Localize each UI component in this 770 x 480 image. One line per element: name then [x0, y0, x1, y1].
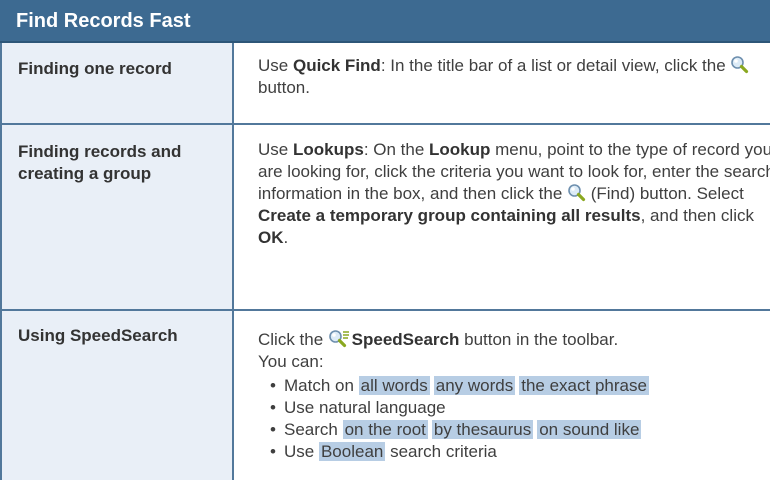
- magnifier-icon: [567, 183, 586, 202]
- row-label-using-speedsearch: Using SpeedSearch: [18, 326, 178, 345]
- bullet-text: Match on: [284, 376, 359, 395]
- highlight-by-thesaurus: by thesaurus: [431, 420, 534, 439]
- find-records-table: Find Records Fast Finding one record Use…: [0, 0, 770, 480]
- bullet-text: search criteria: [385, 442, 497, 461]
- you-can-line: You can:: [258, 352, 324, 371]
- highlight-any-words: any words: [433, 376, 516, 395]
- text-fragment: button.: [258, 78, 310, 97]
- lookups-term: Lookups: [292, 140, 364, 159]
- row-label-finding-one-record: Finding one record: [18, 59, 172, 78]
- text-fragment: (Find) button. Select: [586, 184, 744, 203]
- highlight-exact-phrase: the exact phrase: [519, 376, 649, 395]
- text-fragment: button in the toolbar.: [459, 330, 619, 349]
- bullet-text: Use: [284, 442, 319, 461]
- magnifier-icon: [730, 55, 749, 74]
- speedsearch-line: Click the SpeedSearch button in the tool…: [258, 329, 770, 351]
- row-divider: [0, 123, 770, 125]
- row-description-using-speedsearch: Click the SpeedSearch button in the tool…: [258, 329, 770, 463]
- text-fragment: : In the title bar of a list or detail v…: [380, 56, 731, 75]
- label-column: [0, 43, 234, 480]
- text-fragment: , and then click: [640, 206, 754, 225]
- text-fragment: Click the: [258, 330, 328, 349]
- highlight-on-sound-like: on sound like: [537, 420, 642, 439]
- list-item: Search on the rootby thesauruson sound l…: [270, 419, 770, 441]
- row-description-finding-records-group: Use Lookups: On the Lookup menu, point t…: [258, 139, 770, 249]
- create-group-term: Create a temporary group containing all …: [258, 206, 641, 225]
- list-item: Use natural language: [270, 397, 770, 419]
- highlight-all-words: all words: [358, 376, 430, 395]
- text-fragment: Use: [258, 140, 293, 159]
- highlight-on-the-root: on the root: [342, 420, 428, 439]
- row-divider: [0, 309, 770, 311]
- row-description-finding-one-record: Use Quick Find: In the title bar of a li…: [258, 55, 770, 99]
- list-item: Match on all wordsany wordsthe exact phr…: [270, 375, 770, 397]
- ok-term: OK: [258, 228, 284, 247]
- bullet-text: Use natural language: [284, 398, 446, 417]
- quick-find-term: Quick Find: [292, 56, 381, 75]
- lookup-menu-term: Lookup: [429, 140, 491, 159]
- list-item: Use Boolean search criteria: [270, 441, 770, 463]
- speedsearch-magnifier-icon: [328, 329, 349, 348]
- text-fragment: .: [283, 228, 289, 247]
- page-title: Find Records Fast: [16, 10, 191, 32]
- text-fragment: : On the: [363, 140, 430, 159]
- table-header: Find Records Fast: [0, 0, 770, 43]
- highlight-boolean: Boolean: [318, 442, 386, 461]
- row-label-finding-records-group: Finding records and creating a group: [18, 142, 182, 183]
- bullet-text: Search: [284, 420, 343, 439]
- speedsearch-term: SpeedSearch: [351, 330, 460, 349]
- speedsearch-options-list: Match on all wordsany wordsthe exact phr…: [270, 375, 770, 463]
- text-fragment: Use: [258, 56, 293, 75]
